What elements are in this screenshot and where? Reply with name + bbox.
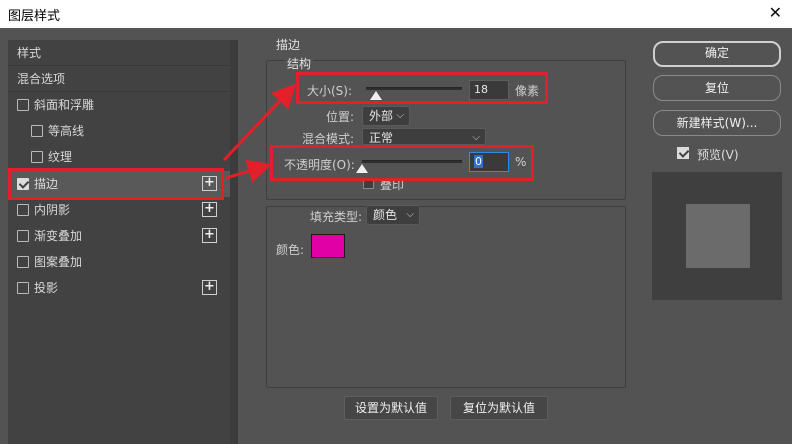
set-default-button[interactable]: 设置为默认值 — [344, 396, 438, 420]
new-style-button[interactable]: 新建样式(W)... — [653, 110, 781, 136]
add-gradient-overlay-icon[interactable]: + — [202, 228, 217, 243]
sidebar-item-label: 斜面和浮雕 — [34, 98, 95, 112]
position-label: 位置: — [326, 110, 355, 124]
sidebar-item-label: 渐变叠加 — [34, 229, 83, 243]
gradient-overlay-checkbox[interactable] — [17, 230, 29, 242]
sidebar-item-styles[interactable]: 样式 — [8, 40, 230, 66]
fill-type-label: 填充类型: — [310, 210, 363, 224]
close-icon[interactable]: ✕ — [769, 3, 782, 22]
add-inner-shadow-icon[interactable]: + — [202, 202, 217, 217]
sidebar-item-bevel-emboss[interactable]: 斜面和浮雕 — [8, 92, 230, 118]
pattern-overlay-checkbox[interactable] — [17, 256, 29, 268]
ok-button[interactable]: 确定 — [653, 41, 781, 67]
title-bar: 图层样式 ✕ — [0, 0, 792, 28]
sidebar-item-label: 图案叠加 — [34, 255, 83, 269]
fill-type-dropdown[interactable]: 颜色 ⌵ — [366, 205, 420, 225]
preview-checkbox[interactable] — [677, 147, 689, 159]
preview-label: 预览(V) — [697, 148, 739, 162]
sidebar-item-label: 等高线 — [48, 124, 85, 138]
sidebar-item-label: 内阴影 — [34, 203, 71, 217]
sidebar-item-label: 样式 — [17, 46, 42, 60]
preview-swatch — [686, 204, 750, 268]
add-drop-shadow-icon[interactable]: + — [202, 280, 217, 295]
sidebar-scrollbar[interactable] — [230, 40, 238, 444]
sidebar-item-contour[interactable]: 等高线 — [8, 118, 230, 144]
window-title: 图层样式 — [8, 9, 61, 24]
style-list: 样式 混合选项 斜面和浮雕 等高线 纹理 描边 + 内阴影 + 渐变叠加 + 图… — [8, 40, 230, 444]
sidebar-item-label: 纹理 — [48, 150, 73, 164]
contour-checkbox[interactable] — [31, 125, 43, 137]
position-dropdown[interactable]: 外部 ⌵ — [362, 106, 410, 126]
stroke-color-swatch[interactable] — [311, 234, 345, 258]
sidebar-item-texture[interactable]: 纹理 — [8, 144, 230, 170]
sidebar-item-blending-options[interactable]: 混合选项 — [8, 66, 230, 92]
annotation-box-stroke-item — [8, 168, 224, 200]
annotation-box-size — [296, 72, 548, 104]
chevron-down-icon: ⌵ — [472, 132, 480, 143]
chevron-down-icon: ⌵ — [406, 209, 414, 220]
blend-mode-value: 正常 — [369, 131, 394, 145]
sidebar-item-label: 投影 — [34, 281, 59, 295]
sidebar-item-inner-shadow[interactable]: 内阴影 + — [8, 197, 230, 223]
structure-title: 结构 — [285, 55, 314, 72]
stroke-section-title: 描边 — [276, 38, 301, 52]
drop-shadow-checkbox[interactable] — [17, 282, 29, 294]
position-value: 外部 — [369, 109, 394, 123]
sidebar-item-label: 混合选项 — [17, 72, 66, 86]
fill-type-value: 颜色 — [373, 208, 398, 222]
inner-shadow-checkbox[interactable] — [17, 204, 29, 216]
sidebar-item-drop-shadow[interactable]: 投影 + — [8, 275, 230, 301]
reset-button[interactable]: 复位 — [653, 75, 781, 101]
chevron-down-icon: ⌵ — [396, 110, 404, 121]
annotation-box-opacity — [270, 145, 534, 181]
color-label: 颜色: — [276, 243, 305, 257]
sidebar-item-gradient-overlay[interactable]: 渐变叠加 + — [8, 223, 230, 249]
bevel-emboss-checkbox[interactable] — [17, 99, 29, 111]
texture-checkbox[interactable] — [31, 151, 43, 163]
blend-mode-dropdown[interactable]: 正常 ⌵ — [362, 128, 486, 145]
sidebar-item-pattern-overlay[interactable]: 图案叠加 — [8, 249, 230, 275]
reset-default-button[interactable]: 复位为默认值 — [450, 396, 548, 420]
